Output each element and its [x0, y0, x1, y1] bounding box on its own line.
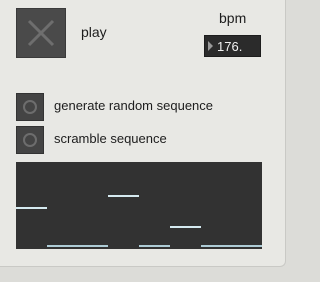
sequence-step-5[interactable]	[139, 245, 170, 247]
sequence-step-2[interactable]	[47, 245, 78, 247]
bpm-value: 176.	[217, 39, 243, 54]
generate-random-button[interactable]	[16, 93, 44, 121]
scramble-label: scramble sequence	[54, 131, 167, 146]
scramble-button[interactable]	[16, 126, 44, 154]
control-panel: play bpm 176. generate random sequence s…	[0, 0, 286, 267]
sequence-step-4[interactable]	[108, 195, 139, 197]
play-toggle[interactable]	[16, 8, 66, 58]
radio-circle-icon	[23, 133, 37, 147]
bpm-label: bpm	[219, 10, 247, 26]
sequence-step-8[interactable]	[231, 245, 262, 247]
x-close-icon	[27, 19, 55, 47]
generate-random-label: generate random sequence	[54, 98, 214, 113]
sequence-multislider[interactable]	[16, 162, 262, 249]
radio-circle-icon	[23, 100, 37, 114]
sequence-step-1[interactable]	[16, 207, 47, 209]
bpm-number-box[interactable]: 176.	[204, 35, 261, 57]
sequence-step-7[interactable]	[201, 245, 231, 247]
triangle-right-icon	[208, 41, 213, 51]
sequence-step-3[interactable]	[78, 245, 108, 247]
sequence-step-6[interactable]	[170, 226, 201, 228]
play-label: play	[81, 24, 107, 40]
